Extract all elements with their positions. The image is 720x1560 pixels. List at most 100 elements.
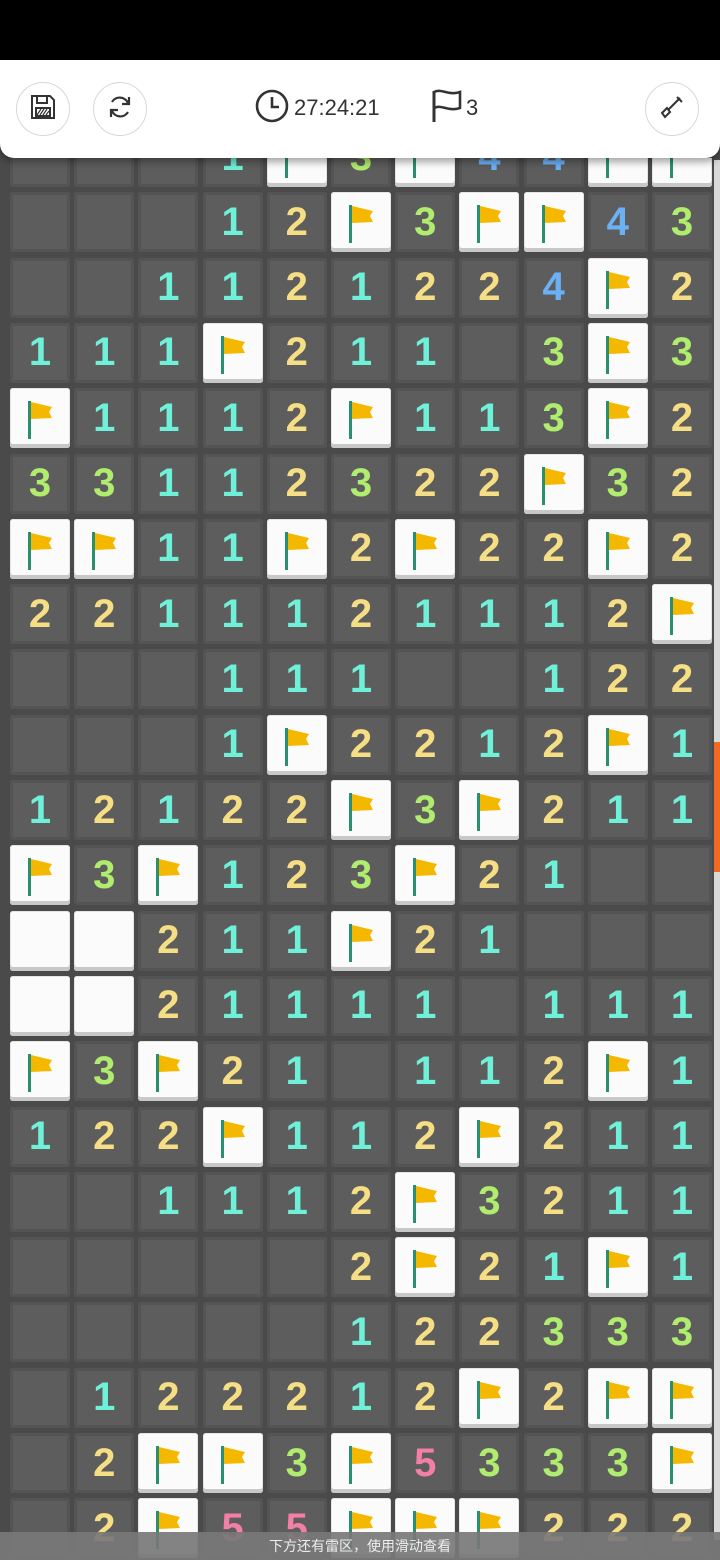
cell-number[interactable]: 3 (459, 1433, 520, 1493)
cell-number[interactable]: 1 (202, 975, 263, 1036)
cell-number[interactable]: 1 (138, 780, 199, 840)
cell-flagged[interactable] (459, 1106, 520, 1167)
cell-number[interactable]: 2 (10, 584, 70, 645)
cell-unrevealed[interactable] (10, 1171, 70, 1232)
cell-number[interactable]: 2 (266, 192, 327, 253)
cell-number[interactable]: 3 (587, 1433, 648, 1493)
cell-number[interactable]: 1 (266, 1171, 327, 1232)
cell-empty[interactable] (459, 649, 520, 710)
cell-unrevealed[interactable] (74, 1302, 135, 1363)
cell-number[interactable]: 2 (331, 1171, 391, 1232)
cell-flagged[interactable] (202, 1433, 263, 1493)
dig-mode-button[interactable] (645, 82, 699, 136)
cell-number[interactable]: 1 (395, 584, 456, 645)
cell-unrevealed[interactable] (587, 910, 648, 971)
cell-unrevealed[interactable] (10, 1433, 70, 1493)
cell-number[interactable]: 3 (395, 192, 456, 253)
cell-number[interactable]: 1 (523, 584, 584, 645)
cell-number[interactable]: 1 (138, 453, 199, 514)
cell-number[interactable]: 2 (395, 1106, 456, 1167)
cell-number[interactable]: 1 (331, 257, 391, 318)
cell-number[interactable]: 2 (138, 1106, 199, 1167)
cell-unrevealed[interactable] (74, 714, 135, 775)
cell-flagged[interactable] (587, 257, 648, 318)
cell-number[interactable]: 1 (138, 1171, 199, 1232)
cell-number[interactable]: 2 (587, 584, 648, 645)
cell-number[interactable]: 1 (202, 584, 263, 645)
cell-number[interactable]: 1 (202, 257, 263, 318)
cell-flagged[interactable] (138, 1433, 199, 1493)
cell-highlighted[interactable] (74, 910, 135, 971)
cell-number[interactable]: 1 (331, 322, 391, 383)
cell-highlighted[interactable] (74, 975, 135, 1036)
cell-number[interactable]: 3 (523, 388, 584, 449)
cell-flagged[interactable] (331, 780, 391, 840)
cell-flagged[interactable] (523, 192, 584, 253)
cell-number[interactable]: 3 (523, 322, 584, 383)
cell-unrevealed[interactable] (202, 1302, 263, 1363)
cell-number[interactable]: 3 (266, 1433, 327, 1493)
cell-number[interactable]: 2 (652, 388, 712, 449)
cell-unrevealed[interactable] (523, 910, 584, 971)
cell-number[interactable]: 1 (202, 714, 263, 775)
cell-number[interactable]: 2 (395, 910, 456, 971)
cell-number[interactable]: 2 (266, 257, 327, 318)
cell-number[interactable]: 1 (138, 388, 199, 449)
cell-number[interactable]: 1 (202, 453, 263, 514)
cell-unrevealed[interactable] (10, 1237, 70, 1298)
cell-empty[interactable] (395, 649, 456, 710)
cell-number[interactable]: 4 (459, 158, 520, 187)
cell-flagged[interactable] (395, 1237, 456, 1298)
cell-number[interactable]: 1 (395, 322, 456, 383)
cell-number[interactable]: 1 (459, 714, 520, 775)
cell-number[interactable]: 2 (266, 845, 327, 906)
cell-flagged[interactable] (10, 388, 70, 449)
cell-unrevealed[interactable] (74, 649, 135, 710)
cell-flagged[interactable] (266, 714, 327, 775)
cell-number[interactable]: 1 (10, 780, 70, 840)
cell-number[interactable]: 1 (652, 1106, 712, 1167)
cell-number[interactable]: 3 (523, 1302, 584, 1363)
cell-number[interactable]: 1 (266, 910, 327, 971)
scrollbar-thumb[interactable] (714, 742, 720, 872)
cell-number[interactable]: 2 (459, 453, 520, 514)
cell-number[interactable]: 1 (652, 780, 712, 840)
cell-number[interactable]: 2 (395, 1367, 456, 1428)
cell-number[interactable]: 1 (331, 1106, 391, 1167)
cell-number[interactable]: 2 (331, 518, 391, 579)
cell-number[interactable]: 1 (74, 1367, 135, 1428)
cell-number[interactable]: 1 (202, 388, 263, 449)
cell-unrevealed[interactable] (138, 649, 199, 710)
cell-flagged[interactable] (10, 845, 70, 906)
cell-unrevealed[interactable] (10, 714, 70, 775)
cell-number[interactable]: 1 (138, 584, 199, 645)
cell-number[interactable]: 2 (138, 975, 199, 1036)
cell-number[interactable]: 1 (652, 714, 712, 775)
cell-number[interactable]: 1 (266, 1106, 327, 1167)
cell-number[interactable]: 2 (459, 1302, 520, 1363)
cell-number[interactable]: 1 (202, 845, 263, 906)
cell-unrevealed[interactable] (74, 192, 135, 253)
cell-number[interactable]: 2 (395, 714, 456, 775)
cell-number[interactable]: 2 (331, 584, 391, 645)
cell-number[interactable]: 1 (652, 1171, 712, 1232)
cell-flagged[interactable] (138, 845, 199, 906)
cell-unrevealed[interactable] (10, 192, 70, 253)
cell-number[interactable]: 1 (74, 388, 135, 449)
cell-flagged[interactable] (138, 1041, 199, 1102)
cell-number[interactable]: 1 (138, 518, 199, 579)
cell-empty[interactable] (331, 1041, 391, 1102)
cell-unrevealed[interactable] (10, 158, 70, 187)
cell-flagged[interactable] (10, 518, 70, 579)
cell-number[interactable]: 2 (652, 257, 712, 318)
cell-flagged[interactable] (587, 518, 648, 579)
cell-number[interactable]: 2 (202, 1041, 263, 1102)
cell-number[interactable]: 1 (266, 584, 327, 645)
cell-number[interactable]: 2 (523, 518, 584, 579)
cell-unrevealed[interactable] (587, 845, 648, 906)
cell-flagged[interactable] (652, 1367, 712, 1428)
cell-number[interactable]: 2 (652, 453, 712, 514)
cell-number[interactable]: 3 (652, 192, 712, 253)
cell-number[interactable]: 1 (138, 257, 199, 318)
cell-number[interactable]: 1 (10, 1106, 70, 1167)
